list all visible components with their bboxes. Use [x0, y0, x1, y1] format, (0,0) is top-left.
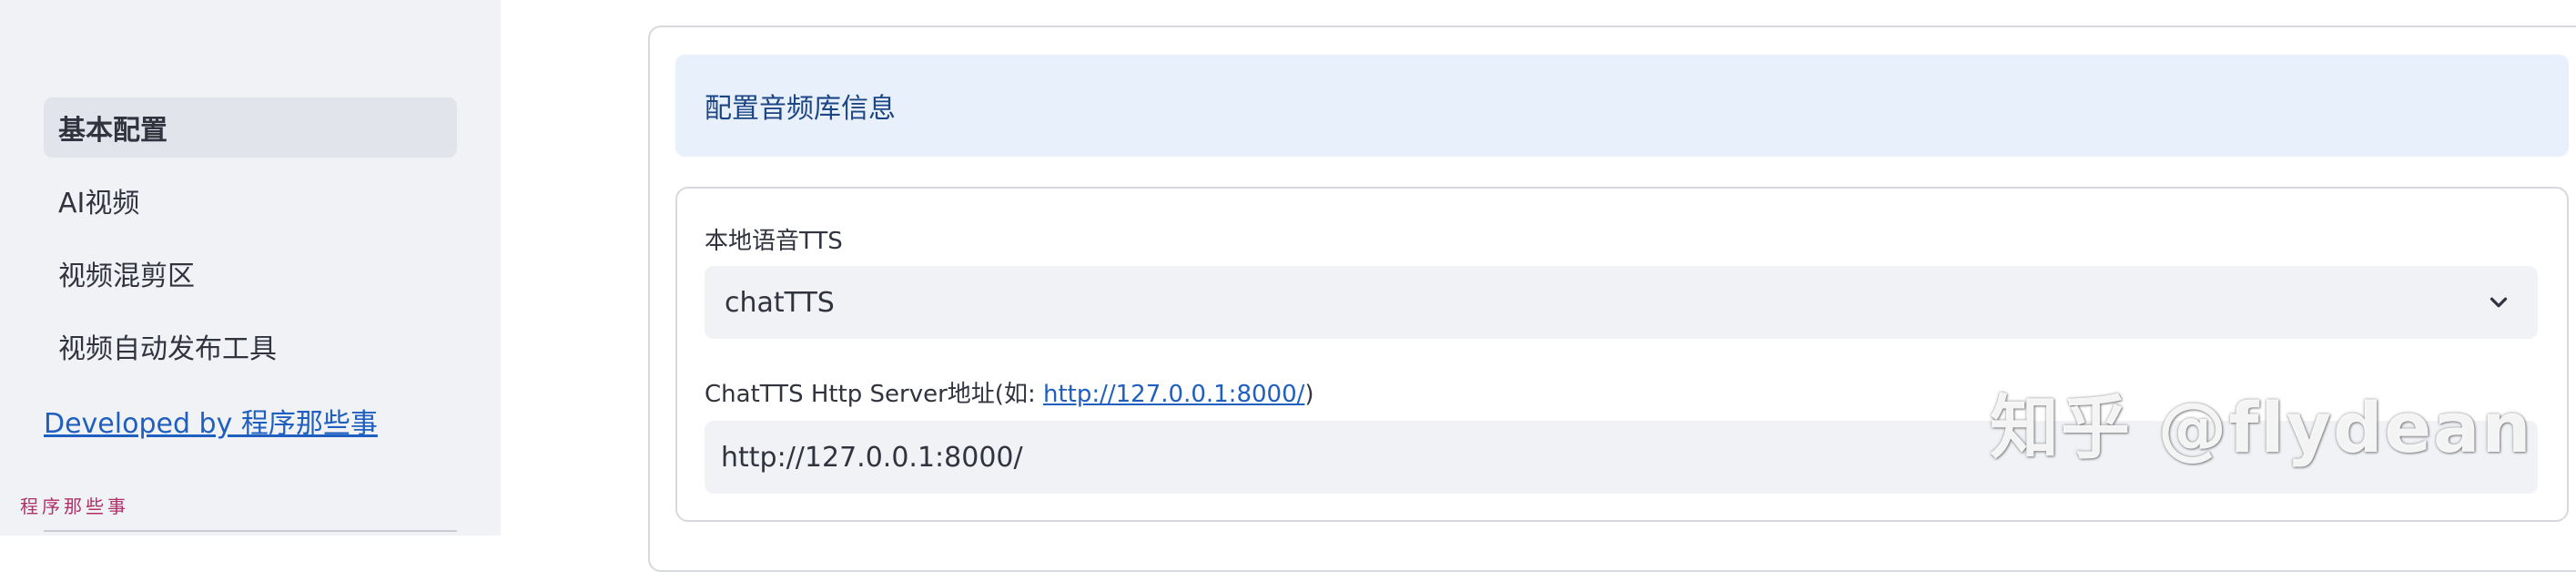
logo: 程序那些事	[20, 495, 129, 517]
tts-select[interactable]: chatTTS	[705, 266, 2538, 339]
developed-by-link[interactable]: Developed by 程序那些事	[44, 401, 378, 441]
server-label-suffix: )	[1304, 381, 1314, 408]
sidebar-divider	[44, 530, 457, 532]
sidebar-item-label: AI视频	[58, 188, 140, 220]
tts-selected-value: chatTTS	[725, 286, 835, 319]
sidebar-item-basic-config[interactable]: 基本配置	[44, 97, 457, 158]
info-banner: 配置音频库信息	[675, 55, 2569, 157]
server-example-link[interactable]: http://127.0.0.1:8000/	[1043, 381, 1304, 408]
server-label-prefix: ChatTTS Http Server地址(如:	[705, 381, 1043, 408]
sidebar: 基本配置 AI视频 视频混剪区 视频自动发布工具 Developed by 程序…	[0, 0, 501, 536]
server-label: ChatTTS Http Server地址(如: http://127.0.0.…	[705, 375, 1314, 409]
chevron-down-icon	[2490, 297, 2508, 308]
sidebar-nav: 基本配置 AI视频 视频混剪区 视频自动发布工具	[44, 97, 457, 389]
watermark: 知乎 @flydean	[1990, 387, 2533, 468]
sidebar-item-label: 视频混剪区	[58, 260, 195, 292]
sidebar-item-ai-video[interactable]: AI视频	[44, 170, 457, 230]
sidebar-item-label: 基本配置	[58, 115, 167, 147]
sidebar-item-auto-publish[interactable]: 视频自动发布工具	[44, 316, 457, 376]
tts-label: 本地语音TTS	[705, 228, 843, 255]
sidebar-item-label: 视频自动发布工具	[58, 333, 277, 365]
sidebar-item-video-mix[interactable]: 视频混剪区	[44, 243, 457, 303]
info-title: 配置音频库信息	[705, 93, 896, 125]
